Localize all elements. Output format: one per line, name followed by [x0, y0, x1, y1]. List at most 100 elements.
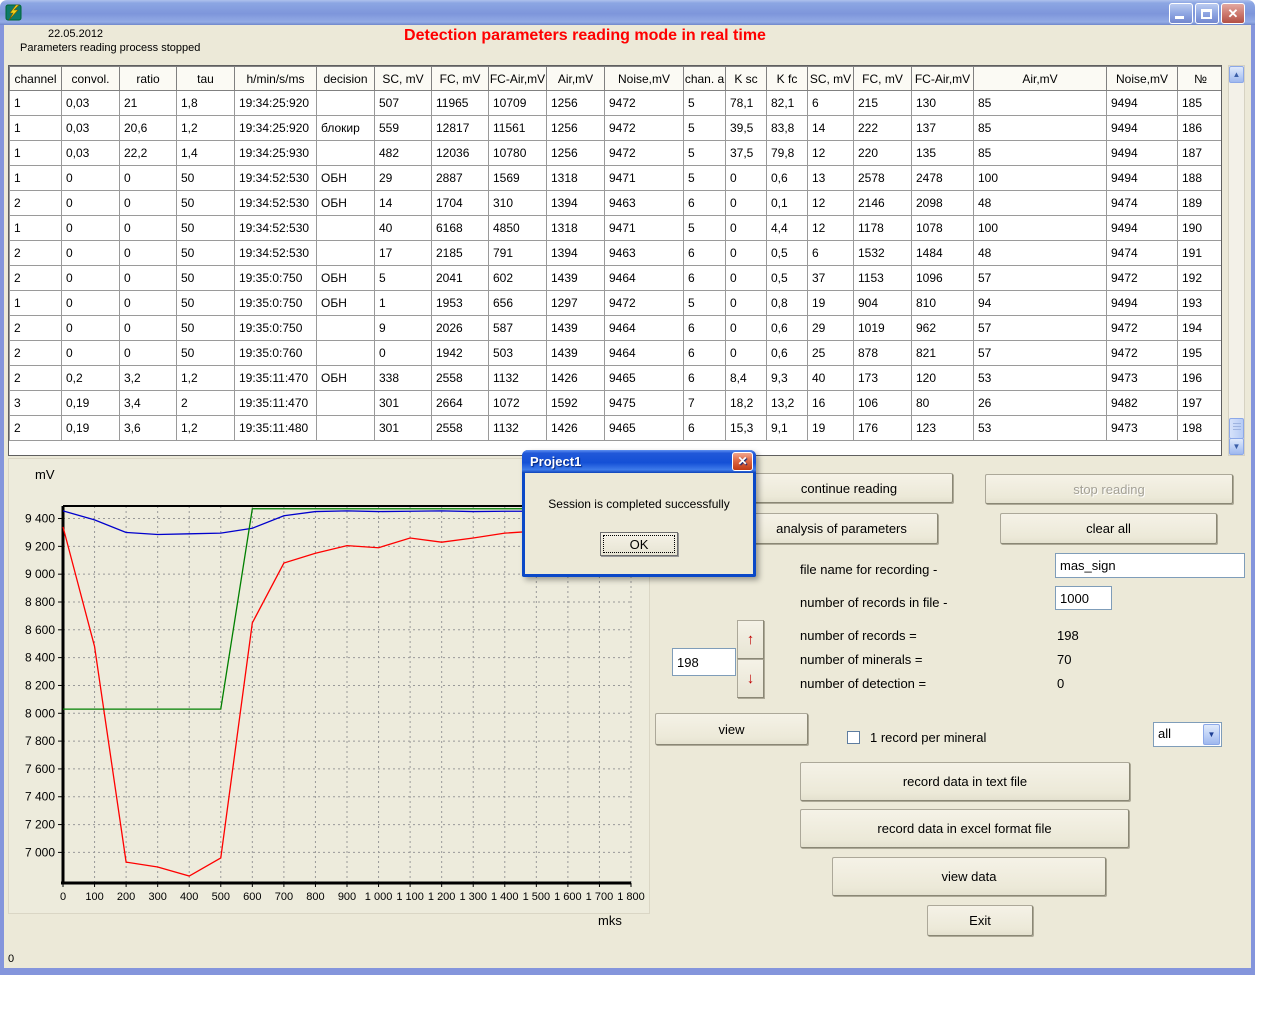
filter-dropdown[interactable]: all ▼: [1153, 722, 1222, 747]
spin-up-button[interactable]: ↑: [737, 620, 764, 659]
exit-button[interactable]: Exit: [927, 905, 1033, 936]
table-row[interactable]: 2005019:35:0:7600194250314399464600,6258…: [10, 341, 1223, 366]
table-cell: 85: [974, 141, 1107, 166]
table-row[interactable]: 2005019:34:52:530ОБН14170431013949463600…: [10, 191, 1223, 216]
scrollbar-down-button[interactable]: ▼: [1229, 438, 1244, 455]
records-in-file-input[interactable]: [1055, 586, 1112, 610]
analysis-button[interactable]: analysis of parameters: [745, 513, 938, 544]
view-data-button[interactable]: view data: [832, 857, 1106, 896]
table-cell: [317, 416, 375, 441]
app-icon[interactable]: [5, 4, 22, 21]
table-cell: 120: [912, 366, 974, 391]
table-cell: 13: [808, 166, 854, 191]
table-cell: 130: [912, 91, 974, 116]
table-header-row: channelconvol.ratiotauh/min/s/msdecision…: [10, 67, 1223, 91]
table-row[interactable]: 2005019:35:0:7509202658714399464600,6291…: [10, 316, 1223, 341]
minimize-button[interactable]: [1169, 3, 1193, 24]
scrollbar-thumb[interactable]: [1229, 418, 1244, 439]
table-cell: 2578: [854, 166, 912, 191]
table-header-cell: SC, mV: [375, 67, 432, 91]
table-cell: 12: [808, 191, 854, 216]
table-cell: 791: [489, 241, 547, 266]
continue-reading-button[interactable]: continue reading: [745, 473, 953, 503]
records-in-file-label: number of records in file -: [800, 595, 947, 610]
table-row[interactable]: 1005019:34:52:530406168485013189471504,4…: [10, 216, 1223, 241]
table-cell: ОБН: [317, 191, 375, 216]
spin-down-button[interactable]: ↓: [737, 659, 764, 698]
table-cell: 1: [10, 116, 62, 141]
table-cell: 1394: [547, 191, 605, 216]
table-row[interactable]: 1005019:35:0:750ОБН1195365612979472500,8…: [10, 291, 1223, 316]
table-header-cell: Air,mV: [547, 67, 605, 91]
data-table: channelconvol.ratiotauh/min/s/msdecision…: [8, 65, 1222, 456]
down-arrow-icon: ↓: [747, 670, 755, 687]
view-button[interactable]: view: [655, 713, 808, 745]
table-cell: 19:34:52:530: [235, 241, 317, 266]
table-row[interactable]: 30,193,4219:35:11:4703012664107215929475…: [10, 391, 1223, 416]
table-cell: 1,2: [177, 366, 235, 391]
clear-all-button[interactable]: clear all: [1000, 513, 1217, 544]
table-cell: 173: [854, 366, 912, 391]
table-cell: 656: [489, 291, 547, 316]
table-cell: ОБН: [317, 366, 375, 391]
scrollbar-up-button[interactable]: ▲: [1229, 66, 1244, 83]
table-cell: 106: [854, 391, 912, 416]
file-name-input[interactable]: [1055, 553, 1245, 578]
record-index-input[interactable]: [672, 648, 736, 676]
ok-button[interactable]: OK: [600, 532, 678, 556]
table-cell: 1178: [854, 216, 912, 241]
table-row[interactable]: 20,23,21,219:35:11:470ОБН338255811321426…: [10, 366, 1223, 391]
table-row[interactable]: 10,0320,61,219:34:25:920блокир5591281711…: [10, 116, 1223, 141]
table-cell: 19:34:52:530: [235, 166, 317, 191]
svg-text:900: 900: [338, 891, 356, 903]
table-cell: 29: [808, 316, 854, 341]
table-cell: 1297: [547, 291, 605, 316]
table-cell: 0: [62, 316, 120, 341]
table-cell: 482: [375, 141, 432, 166]
page-title: Detection parameters reading mode in rea…: [300, 27, 870, 45]
maximize-button[interactable]: [1195, 3, 1219, 24]
table-row[interactable]: 2005019:34:52:53017218579113949463600,56…: [10, 241, 1223, 266]
one-record-label: 1 record per mineral: [870, 730, 986, 745]
record-excel-button[interactable]: record data in excel format file: [800, 809, 1129, 848]
dialog-titlebar[interactable]: Project1 ✕: [522, 450, 756, 473]
table-cell: 3: [10, 391, 62, 416]
stop-reading-button[interactable]: stop reading: [985, 474, 1233, 504]
svg-text:8 000: 8 000: [25, 706, 55, 720]
table-row[interactable]: 2005019:35:0:750ОБН5204160214399464600,5…: [10, 266, 1223, 291]
close-button[interactable]: ✕: [1221, 3, 1245, 24]
table-cell: 0: [726, 241, 767, 266]
table-header-cell: FC, mV: [854, 67, 912, 91]
table-cell: 962: [912, 316, 974, 341]
table-row[interactable]: 1005019:34:52:530ОБН29288715691318947150…: [10, 166, 1223, 191]
one-record-checkbox[interactable]: [847, 731, 860, 744]
table-cell: 9471: [605, 216, 684, 241]
dropdown-arrow-icon[interactable]: ▼: [1203, 724, 1220, 745]
svg-text:1 100: 1 100: [396, 891, 424, 903]
table-cell: 0: [726, 316, 767, 341]
table-cell: 1: [10, 141, 62, 166]
table-cell: 0: [62, 241, 120, 266]
dialog-close-button[interactable]: ✕: [732, 452, 753, 471]
titlebar[interactable]: ✕: [0, 0, 1255, 25]
table-cell: 80: [912, 391, 974, 416]
table-cell: 4,4: [767, 216, 808, 241]
table-cell: [317, 341, 375, 366]
table-row[interactable]: 10,0322,21,419:34:25:9304821203610780125…: [10, 141, 1223, 166]
table-row[interactable]: 20,193,61,219:35:11:48030125581132142694…: [10, 416, 1223, 441]
table-cell: 9472: [1107, 316, 1178, 341]
records-count-label: number of records =: [800, 628, 917, 643]
table-cell: 215: [854, 91, 912, 116]
table-scrollbar[interactable]: ▲ ▼: [1228, 65, 1245, 456]
table-cell: 9463: [605, 241, 684, 266]
table-cell: 197: [1178, 391, 1223, 416]
filter-value: all: [1158, 726, 1171, 741]
table-cell: 6: [684, 266, 726, 291]
table-row[interactable]: 10,03211,819:34:25:920507119651070912569…: [10, 91, 1223, 116]
table-cell: 8,4: [726, 366, 767, 391]
table-cell: 2: [10, 241, 62, 266]
table-cell: 198: [1178, 416, 1223, 441]
table-cell: 0: [120, 216, 177, 241]
table-cell: 48: [974, 191, 1107, 216]
record-text-button[interactable]: record data in text file: [800, 762, 1130, 801]
